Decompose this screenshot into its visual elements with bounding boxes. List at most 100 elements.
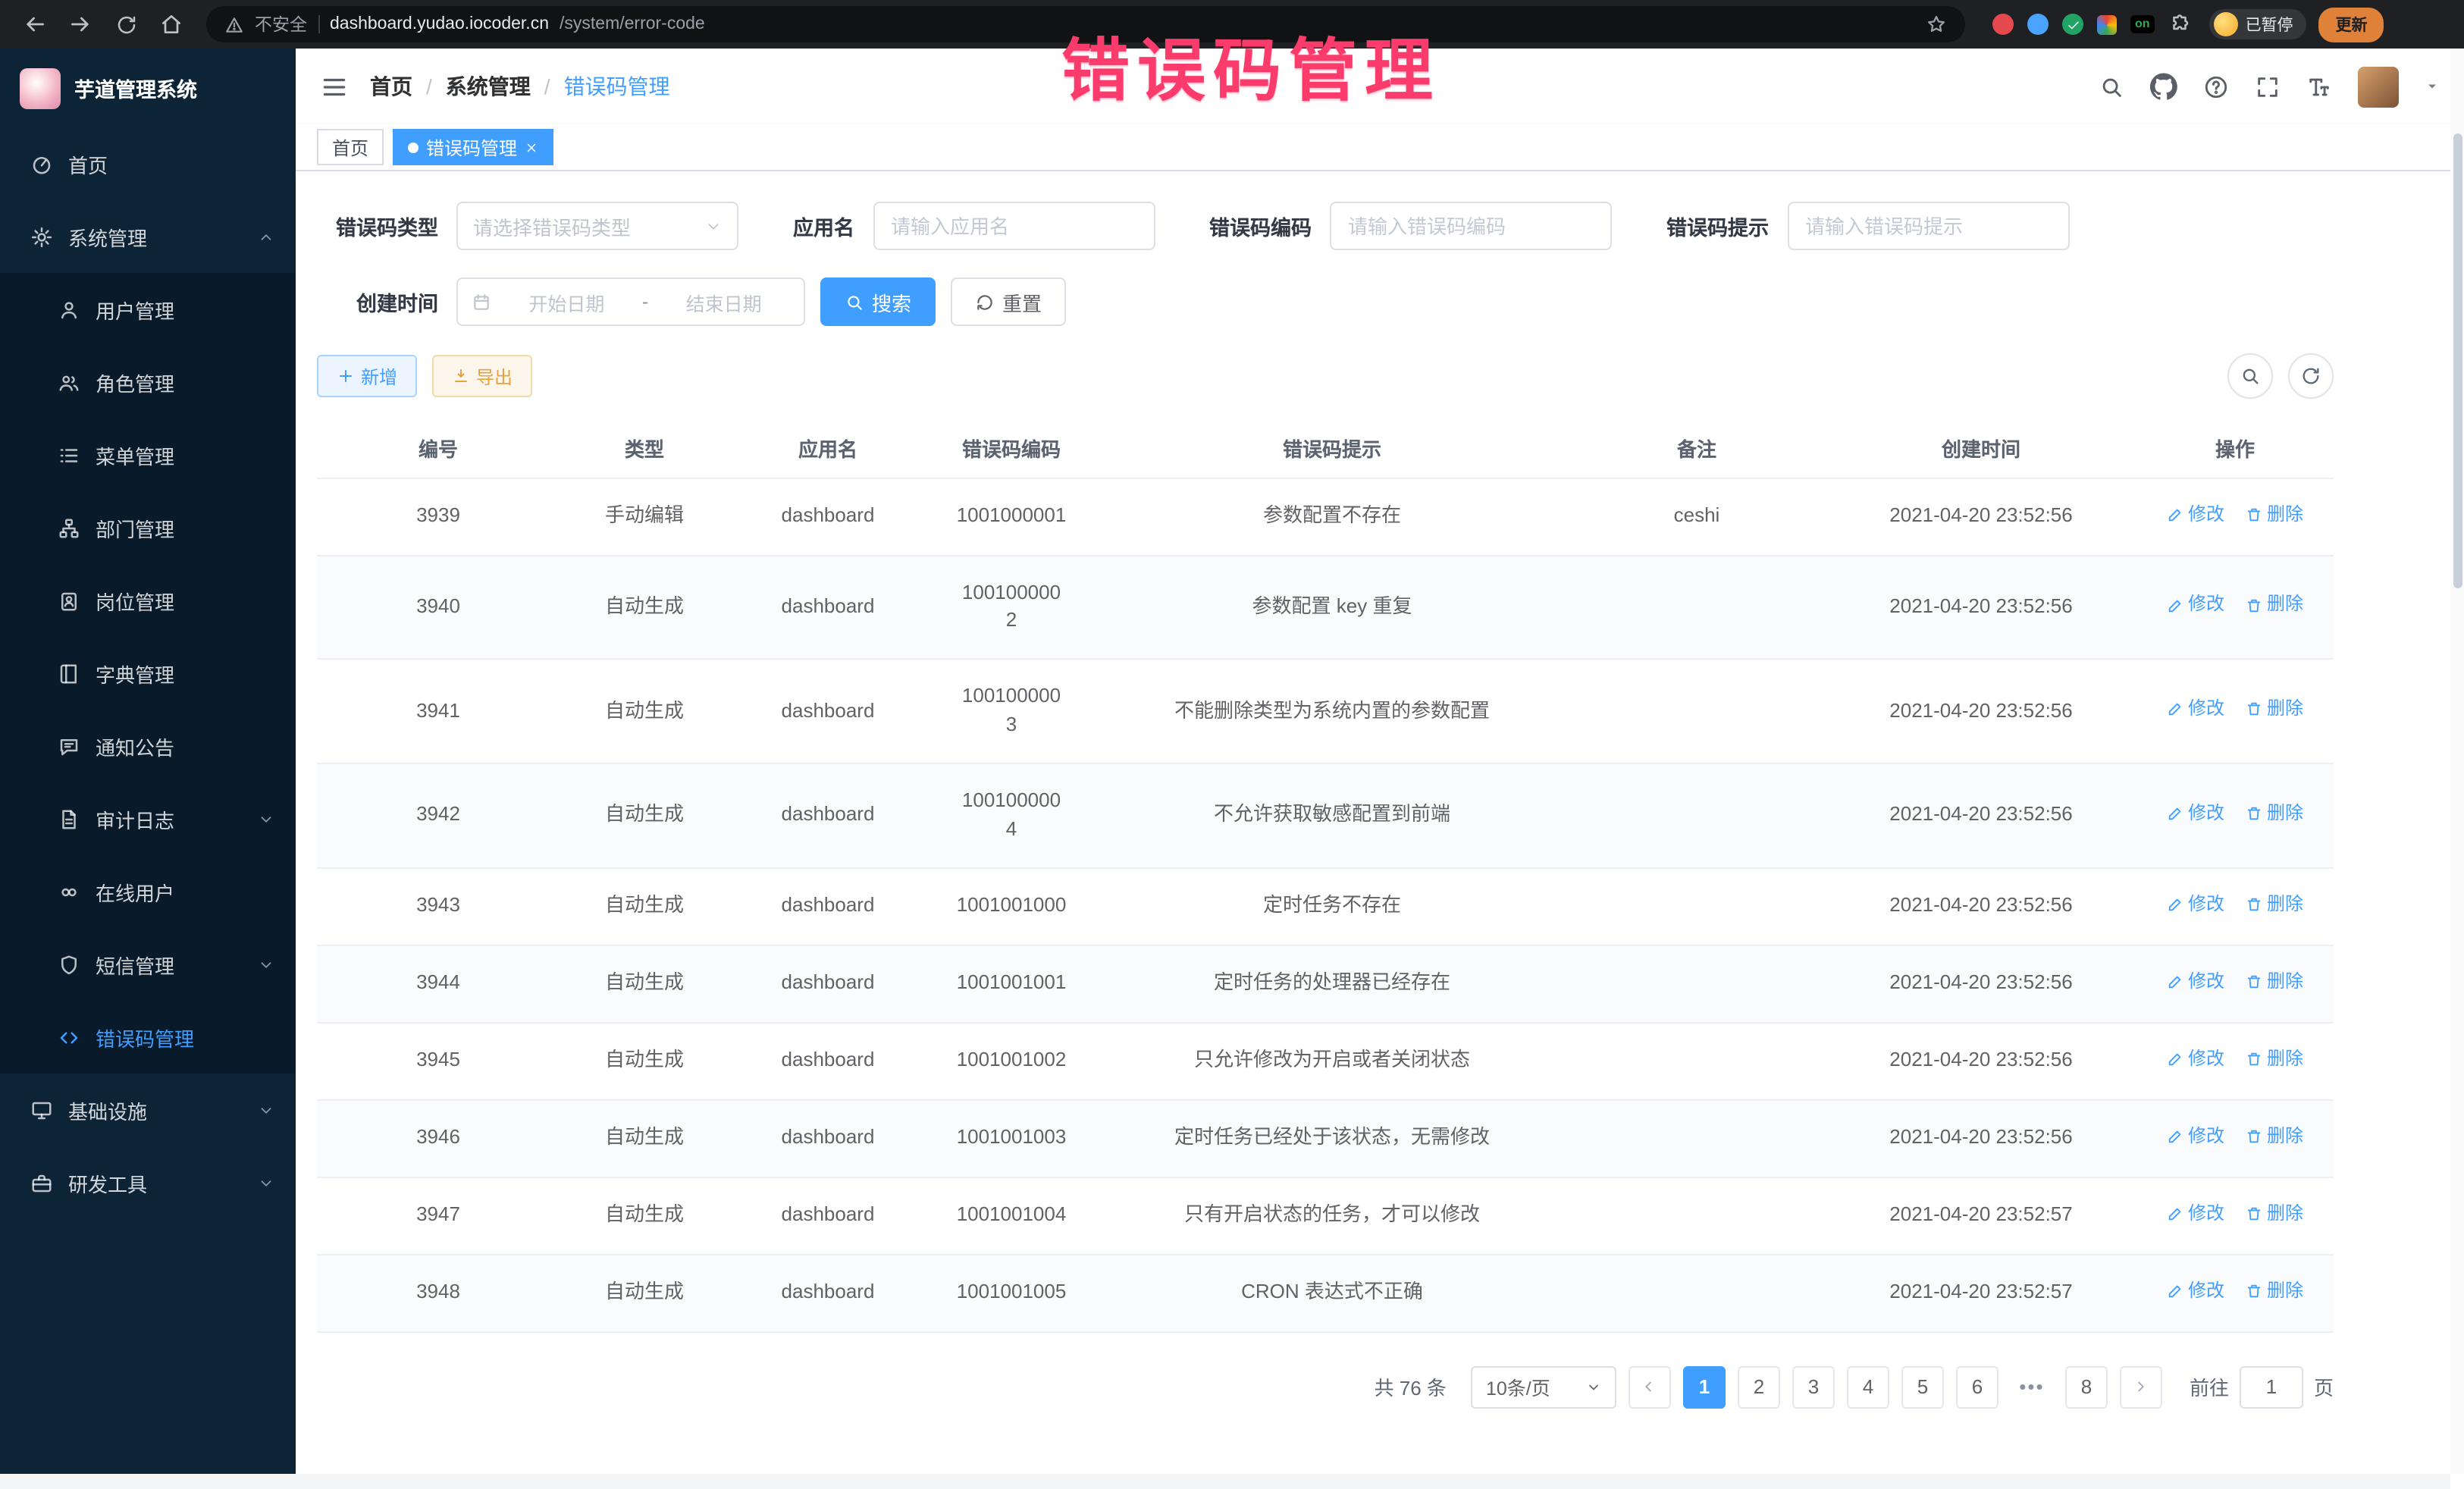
delete-link[interactable]: 删除 bbox=[2246, 592, 2303, 619]
sidebar-item-infrastructure[interactable]: 基础设施 bbox=[0, 1074, 296, 1146]
edit-link[interactable]: 修改 bbox=[2167, 1200, 2224, 1227]
delete-link[interactable]: 删除 bbox=[2246, 800, 2303, 826]
delete-link[interactable]: 删除 bbox=[2246, 891, 2303, 917]
fullscreen-icon[interactable] bbox=[2255, 74, 2281, 99]
table-row: 3944自动生成dashboard1001001001定时任务的处理器已经存在2… bbox=[317, 945, 2334, 1022]
edit-link[interactable]: 修改 bbox=[2167, 501, 2224, 528]
edit-link[interactable]: 修改 bbox=[2167, 800, 2224, 826]
goto-page-input[interactable] bbox=[2240, 1366, 2303, 1409]
page-button[interactable]: 4 bbox=[1847, 1366, 1889, 1409]
page-button[interactable]: 5 bbox=[1901, 1366, 1944, 1409]
page-button[interactable]: 1 bbox=[1683, 1366, 1726, 1409]
refresh-table-icon[interactable] bbox=[2288, 353, 2334, 399]
profile-button[interactable]: 已暂停 bbox=[2209, 9, 2307, 39]
horizontal-scrollbar[interactable] bbox=[0, 1474, 2450, 1489]
question-icon[interactable] bbox=[2203, 74, 2229, 99]
error-hint-input[interactable] bbox=[1787, 202, 2069, 250]
close-icon[interactable] bbox=[525, 140, 538, 154]
sidebar-item-devtools[interactable]: 研发工具 bbox=[0, 1146, 296, 1219]
error-hint-label: 错误码提示 bbox=[1666, 211, 1769, 241]
export-button[interactable]: 导出 bbox=[432, 355, 532, 397]
sidebar-item-dictionary[interactable]: 字典管理 bbox=[0, 637, 296, 710]
sidebar-item-menus[interactable]: 菜单管理 bbox=[0, 418, 296, 491]
check-extension-icon[interactable] bbox=[2062, 14, 2083, 35]
sidebar-item-users[interactable]: 用户管理 bbox=[0, 273, 296, 346]
edit-link[interactable]: 修改 bbox=[2167, 1278, 2224, 1305]
app-name-input[interactable] bbox=[873, 202, 1155, 250]
delete-link[interactable]: 删除 bbox=[2246, 1123, 2303, 1149]
breadcrumb-home[interactable]: 首页 bbox=[370, 71, 412, 102]
delete-link[interactable]: 删除 bbox=[2246, 1045, 2303, 1072]
edit-link[interactable]: 修改 bbox=[2167, 696, 2224, 723]
col-id: 编号 bbox=[317, 420, 560, 478]
prev-page-button[interactable] bbox=[1629, 1366, 1671, 1409]
search-button[interactable]: 搜索 bbox=[820, 277, 936, 326]
tab-error-code[interactable]: 错误码管理 bbox=[393, 129, 553, 165]
breadcrumb-separator: / bbox=[544, 74, 550, 99]
sidebar-item-sms[interactable]: 短信管理 bbox=[0, 928, 296, 1001]
scrollbar-thumb[interactable] bbox=[2453, 133, 2462, 588]
color-extension-icon[interactable] bbox=[2097, 14, 2117, 34]
next-page-button[interactable] bbox=[2120, 1366, 2162, 1409]
sidebar-item-audit-log[interactable]: 审计日志 bbox=[0, 782, 296, 855]
browser-update-button[interactable]: 更新 bbox=[2319, 7, 2384, 42]
sidebar-item-error-code[interactable]: 错误码管理 bbox=[0, 1001, 296, 1074]
edit-link[interactable]: 修改 bbox=[2167, 891, 2224, 917]
table-tools bbox=[2227, 353, 2334, 399]
record-extension-icon[interactable] bbox=[1992, 14, 2014, 35]
edit-link[interactable]: 修改 bbox=[2167, 1045, 2224, 1072]
delete-link[interactable]: 删除 bbox=[2246, 1278, 2303, 1305]
avatar[interactable] bbox=[2358, 66, 2399, 107]
chevron-down-icon bbox=[258, 1174, 274, 1191]
org-tree-icon bbox=[58, 516, 80, 539]
delete-link[interactable]: 删除 bbox=[2246, 1200, 2303, 1227]
github-icon[interactable] bbox=[2150, 73, 2177, 100]
tab-home[interactable]: 首页 bbox=[317, 129, 384, 165]
reload-icon[interactable] bbox=[106, 5, 146, 44]
sidebar-item-roles[interactable]: 角色管理 bbox=[0, 346, 296, 418]
sidebar-item-departments[interactable]: 部门管理 bbox=[0, 491, 296, 564]
error-type-select[interactable]: 请选择错误码类型 bbox=[456, 202, 738, 250]
sidebar-item-posts[interactable]: 岗位管理 bbox=[0, 564, 296, 637]
back-icon[interactable] bbox=[15, 5, 55, 44]
page-button[interactable]: 3 bbox=[1792, 1366, 1835, 1409]
extensions-puzzle-icon[interactable] bbox=[2168, 13, 2191, 36]
forward-icon[interactable] bbox=[61, 5, 100, 44]
reset-button[interactable]: 重置 bbox=[951, 277, 1066, 326]
search-icon[interactable] bbox=[2099, 74, 2124, 99]
address-bar[interactable]: 不安全 dashboard.yudao.iocoder.cn /system/e… bbox=[206, 6, 1965, 42]
edit-link[interactable]: 修改 bbox=[2167, 592, 2224, 619]
hamburger-icon[interactable] bbox=[320, 72, 349, 101]
brand[interactable]: 芋道管理系统 bbox=[0, 49, 296, 127]
delete-link[interactable]: 删除 bbox=[2246, 501, 2303, 528]
error-code-input[interactable] bbox=[1330, 202, 1612, 250]
page-button[interactable]: 8 bbox=[2065, 1366, 2108, 1409]
edit-link[interactable]: 修改 bbox=[2167, 1123, 2224, 1149]
page-size-select[interactable]: 10条/页 bbox=[1471, 1366, 1616, 1409]
edit-link[interactable]: 修改 bbox=[2167, 968, 2224, 995]
tags-view: 首页 错误码管理 bbox=[296, 124, 2464, 171]
font-size-icon[interactable] bbox=[2306, 74, 2332, 99]
date-range-picker[interactable]: 开始日期 - 结束日期 bbox=[456, 277, 805, 326]
show-search-icon[interactable] bbox=[2227, 353, 2273, 399]
bookmark-star-icon[interactable] bbox=[1926, 14, 1947, 35]
add-button[interactable]: 新增 bbox=[317, 355, 417, 397]
home-icon[interactable] bbox=[152, 5, 191, 44]
filter-error-code: 错误码编码 bbox=[1209, 202, 1612, 250]
sidebar-item-notices[interactable]: 通知公告 bbox=[0, 710, 296, 782]
caret-down-icon[interactable] bbox=[2425, 79, 2440, 94]
on-badge-extension-icon[interactable]: on bbox=[2130, 15, 2155, 33]
blue-extension-icon[interactable] bbox=[2027, 14, 2049, 35]
page-button[interactable]: 2 bbox=[1738, 1366, 1780, 1409]
sidebar-item-home[interactable]: 首页 bbox=[0, 127, 296, 200]
sidebar-item-system[interactable]: 系统管理 bbox=[0, 200, 296, 273]
vertical-scrollbar[interactable] bbox=[2450, 49, 2464, 1474]
delete-link[interactable]: 删除 bbox=[2246, 968, 2303, 995]
sidebar-item-online-users[interactable]: 在线用户 bbox=[0, 855, 296, 928]
breadcrumb-system[interactable]: 系统管理 bbox=[446, 71, 531, 102]
delete-link[interactable]: 删除 bbox=[2246, 696, 2303, 723]
page-button[interactable]: 6 bbox=[1956, 1366, 1998, 1409]
profile-status: 已暂停 bbox=[2246, 13, 2293, 36]
error-type-label: 错误码类型 bbox=[317, 211, 438, 241]
more-pages-icon[interactable]: ••• bbox=[2011, 1366, 2053, 1409]
